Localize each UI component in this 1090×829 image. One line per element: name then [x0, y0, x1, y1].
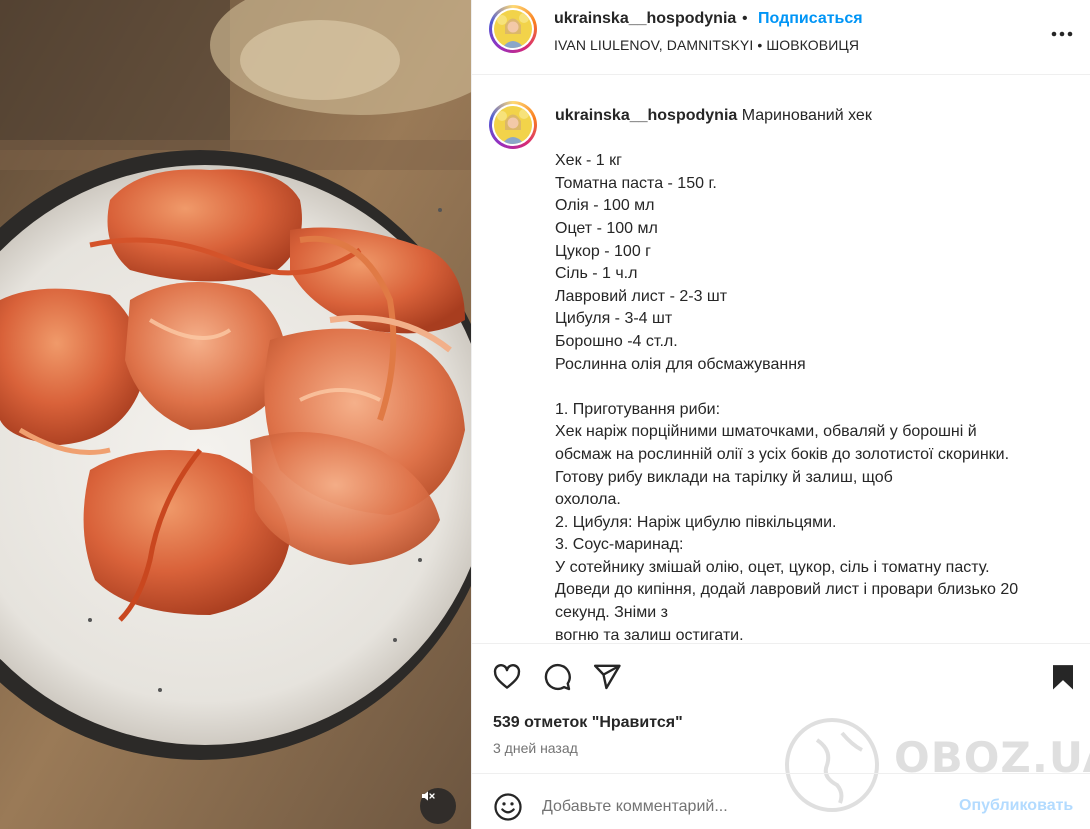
mute-button[interactable] — [420, 788, 456, 824]
caption-title: Маринований хек — [741, 107, 872, 124]
caption-text: ukrainska__hospodynia Маринований хек Хе… — [555, 105, 1075, 642]
likes-count[interactable]: 539 отметок "Нравится" — [493, 714, 683, 732]
post-media[interactable] — [0, 0, 471, 829]
caption-line: Цибуля - 3-4 шт — [555, 310, 673, 328]
post-time[interactable]: 3 дней назад — [493, 740, 578, 756]
separator-dot: • — [742, 10, 748, 27]
caption-line: Олія - 100 мл — [555, 197, 655, 215]
caption-line: охолола. — [555, 491, 621, 509]
avatar[interactable] — [489, 5, 537, 53]
profile-photo — [494, 10, 532, 48]
caption-line: Цукор - 100 г — [555, 242, 652, 260]
comment-input[interactable] — [542, 794, 942, 820]
caption-line: Борошно -4 ст.л. — [555, 332, 678, 350]
caption-line: Хек - 1 кг — [555, 152, 622, 170]
food-photo — [0, 0, 471, 829]
caption-line: Оцет - 100 мл — [555, 219, 658, 237]
emoji-icon[interactable] — [493, 792, 523, 822]
caption-line — [555, 376, 1075, 399]
heart-icon[interactable] — [492, 662, 522, 692]
comment-bar: Опубликовать — [472, 773, 1090, 829]
audio-info[interactable]: IVAN LIULENOV, DAMNITSKYI • ШОВКОВИЦЯ — [554, 37, 859, 53]
caption-line: Рослинна олія для обсмажування — [555, 355, 806, 373]
caption-line: Доведи до кипіння, додай лавровий лист і… — [555, 581, 1019, 599]
caption-line: У сотейнику змішай олію, оцет, цукор, сі… — [555, 558, 990, 576]
comment-icon[interactable] — [542, 662, 572, 692]
caption-line: Хек наріж порційними шматочками, обваляй… — [555, 423, 977, 441]
caption-line: 3. Соус-маринад: — [555, 536, 684, 554]
more-horizontal-icon[interactable] — [1050, 22, 1074, 46]
post-username[interactable]: ukrainska__hospodynia — [554, 10, 736, 28]
caption-line: 1. Приготування риби: — [555, 400, 721, 418]
caption-line: вогню та залиш остигати. — [555, 626, 744, 642]
caption-line: 2. Цибуля: Наріж цибулю півкільцями. — [555, 513, 837, 531]
follow-button[interactable]: Подписаться — [758, 10, 863, 28]
caption-avatar[interactable] — [489, 101, 537, 149]
caption-line: Томатна паста - 150 г. — [555, 174, 717, 192]
caption-username[interactable]: ukrainska__hospodynia — [555, 107, 737, 124]
caption-line: обсмаж на рослинній олії з усіх боків до… — [555, 445, 1010, 463]
caption-lines: Хек - 1 кг Томатна паста - 150 г. Олія - 1… — [555, 128, 1075, 642]
profile-photo — [494, 106, 532, 144]
caption-area[interactable]: ukrainska__hospodynia Маринований хек Хе… — [472, 76, 1090, 642]
share-icon[interactable] — [592, 662, 622, 692]
post-panel: ukrainska__hospodynia • Подписаться IVAN… — [471, 0, 1090, 829]
publish-button[interactable]: Опубликовать — [959, 797, 1073, 815]
caption-line — [555, 128, 1075, 151]
action-bar: 539 отметок "Нравится" 3 дней назад — [472, 643, 1090, 773]
volume-muted-icon — [422, 791, 435, 801]
post-header: ukrainska__hospodynia • Подписаться IVAN… — [472, 0, 1090, 75]
bookmark-icon[interactable] — [1048, 662, 1078, 692]
caption-line: Лавровий лист - 2-3 шт — [555, 287, 728, 305]
caption-line: Готову рибу виклади на тарілку й залиш, … — [555, 468, 893, 486]
caption-line: секунд. Зніми з — [555, 604, 668, 622]
caption-line: Сіль - 1 ч.л — [555, 265, 638, 283]
